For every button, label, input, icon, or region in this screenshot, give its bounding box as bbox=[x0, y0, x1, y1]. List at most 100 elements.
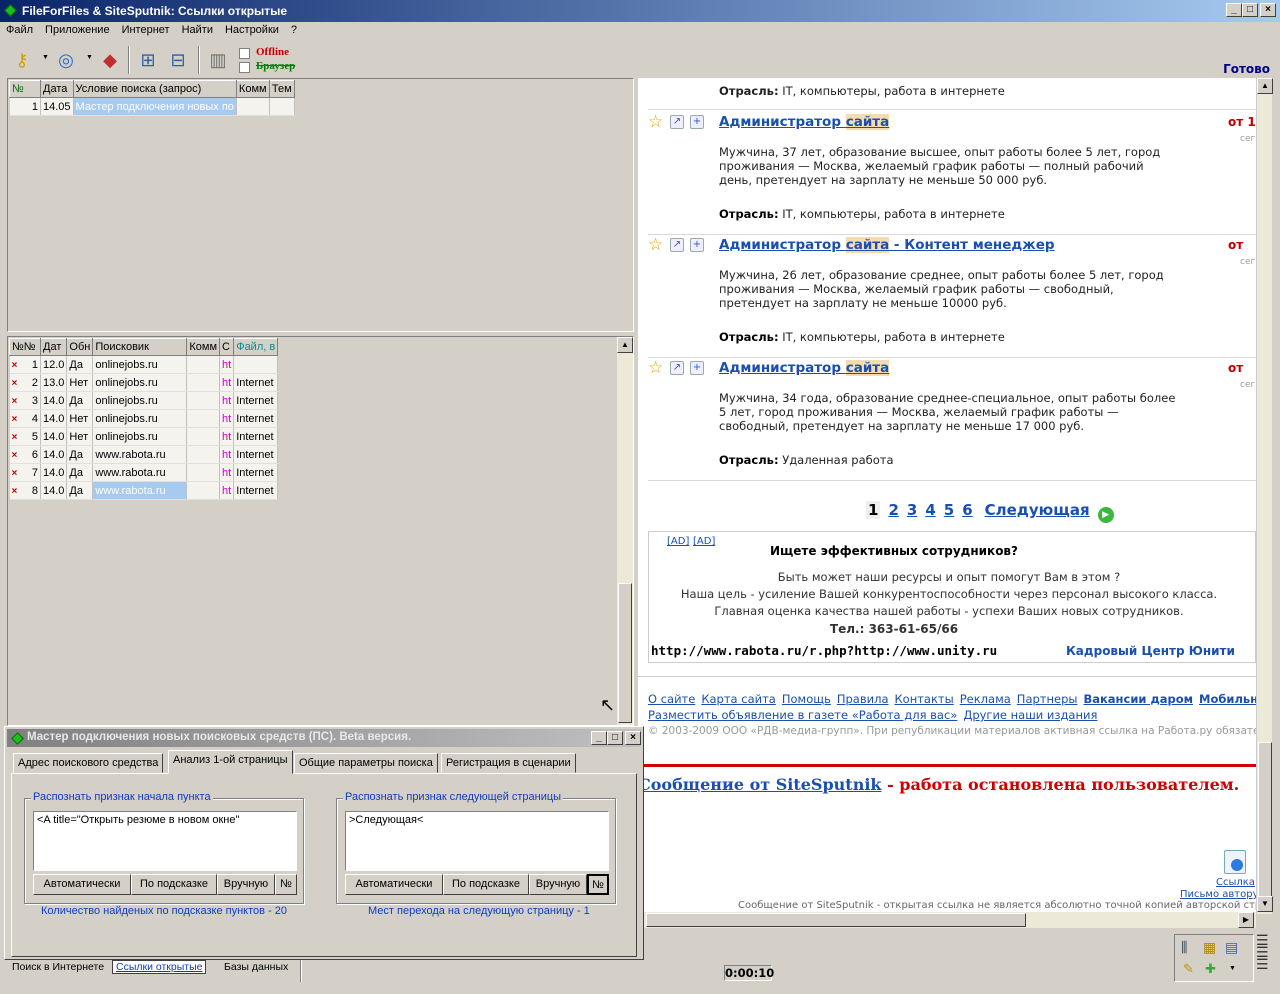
col-date[interactable]: Дата bbox=[40, 80, 74, 98]
number-button[interactable]: № bbox=[587, 874, 609, 895]
close-button[interactable]: × bbox=[625, 731, 641, 745]
maximize-button[interactable]: □ bbox=[1242, 3, 1258, 17]
link-help[interactable]: Помощь bbox=[782, 692, 831, 706]
chevron-down-icon[interactable]: ▼ bbox=[42, 54, 49, 61]
star-icon[interactable]: ☆ bbox=[648, 358, 663, 378]
menu-settings[interactable]: Настройки bbox=[219, 22, 285, 36]
web-vertical-scrollbar[interactable]: ▲ ▼ bbox=[1256, 78, 1273, 914]
table-row[interactable]: × 8 14.0 Да www.rabota.ru ht Internet bbox=[9, 481, 279, 500]
auto-button[interactable]: Автоматически bbox=[345, 874, 443, 895]
trash-icon[interactable]: ▥ bbox=[206, 48, 230, 72]
find-window-icon[interactable]: ⊟ bbox=[166, 48, 190, 72]
tab-databases[interactable]: Базы данных bbox=[224, 961, 288, 973]
tab-general-params[interactable]: Общие параметры поиска bbox=[294, 753, 438, 773]
next-page-link[interactable]: Следующая bbox=[985, 501, 1090, 519]
col-comm[interactable]: Комм bbox=[186, 338, 221, 356]
scroll-down-button[interactable]: ▼ bbox=[1257, 896, 1273, 912]
add-icon[interactable]: + bbox=[690, 115, 704, 129]
col-updated[interactable]: Обн bbox=[66, 338, 94, 356]
col-date[interactable]: Дат bbox=[39, 338, 68, 356]
job-title-link[interactable]: Администратор сайта bbox=[719, 360, 890, 376]
side-link-1[interactable]: Ссылка bbox=[1216, 877, 1255, 888]
browser-checkbox[interactable] bbox=[239, 62, 250, 73]
page-6[interactable]: 6 bbox=[962, 501, 972, 519]
table-row[interactable]: × 2 13.0 Нет onlinejobs.ru ht Internet bbox=[9, 373, 279, 392]
tab-internet-search[interactable]: Поиск в Интернете bbox=[12, 961, 104, 973]
next-arrow-icon[interactable]: ▶ bbox=[1097, 507, 1114, 523]
col-s[interactable]: С bbox=[219, 338, 235, 356]
split-view-icon[interactable]: ⫼ bbox=[1181, 939, 1187, 956]
document-icon[interactable] bbox=[1224, 850, 1246, 874]
sitesputnik-message-link[interactable]: Сообщение от SiteSputnik bbox=[638, 775, 882, 794]
link-mobile[interactable]: Мобильная версия bbox=[1199, 692, 1256, 706]
page-5[interactable]: 5 bbox=[944, 501, 954, 519]
link-sitemap[interactable]: Карта сайта bbox=[701, 692, 776, 706]
tab-engine-address[interactable]: Адрес поискового средства bbox=[13, 753, 164, 773]
link-place-ad[interactable]: Разместить объявление в газете «Работа д… bbox=[648, 708, 957, 722]
table-row[interactable]: × 1 12.0 Да onlinejobs.ru ht bbox=[9, 355, 279, 374]
link-ads[interactable]: Реклама bbox=[960, 692, 1011, 706]
side-link-2[interactable]: Письмо автору bbox=[1180, 889, 1256, 900]
item-start-input[interactable]: <A title="Открыть резюме в новом окне" bbox=[33, 811, 297, 871]
star-icon[interactable]: ☆ bbox=[648, 112, 663, 132]
col-tem[interactable]: Тем bbox=[268, 80, 295, 98]
table-row[interactable]: × 7 14.0 Да www.rabota.ru ht Internet bbox=[9, 463, 279, 482]
scroll-up-button[interactable]: ▲ bbox=[617, 337, 633, 353]
job-title-link[interactable]: Администратор сайта - Контент менеджер bbox=[719, 237, 1055, 253]
table-row[interactable]: × 5 14.0 Нет onlinejobs.ru ht Internet bbox=[9, 427, 279, 446]
star-icon[interactable]: ☆ bbox=[648, 235, 663, 255]
open-icon[interactable]: ↗ bbox=[670, 115, 684, 129]
page-4[interactable]: 4 bbox=[925, 501, 935, 519]
minimize-button[interactable]: _ bbox=[1226, 3, 1242, 17]
page-icon[interactable]: ▤ bbox=[1225, 939, 1238, 956]
link-contacts[interactable]: Контакты bbox=[895, 692, 954, 706]
hint-button[interactable]: По подсказке bbox=[443, 874, 529, 895]
col-num[interactable]: №№ bbox=[9, 338, 41, 356]
cubes-icon[interactable]: ◆ bbox=[98, 48, 122, 72]
page-1[interactable]: 1 bbox=[866, 501, 881, 519]
tab-first-page-analysis[interactable]: Анализ 1-ой страницы bbox=[168, 750, 293, 774]
link-free-vacancies[interactable]: Вакансии даром bbox=[1083, 692, 1193, 706]
chevron-down-icon[interactable]: ▼ bbox=[86, 54, 93, 61]
open-icon[interactable]: ↗ bbox=[670, 361, 684, 375]
table-row[interactable]: × 3 14.0 Да onlinejobs.ru ht Internet bbox=[9, 391, 279, 410]
scroll-thumb[interactable] bbox=[618, 583, 632, 723]
tab-script-registration[interactable]: Регистрация в сценарии bbox=[441, 753, 576, 773]
add-icon[interactable]: + bbox=[690, 238, 704, 252]
menu-help[interactable]: ? bbox=[285, 22, 303, 36]
calendar-icon[interactable]: ▦ bbox=[1203, 939, 1216, 956]
manual-button[interactable]: Вручную bbox=[529, 874, 587, 895]
scroll-thumb[interactable] bbox=[646, 913, 1026, 927]
col-num[interactable]: № bbox=[9, 80, 41, 98]
link-partners[interactable]: Партнеры bbox=[1017, 692, 1078, 706]
ad-company[interactable]: Кадровый Центр Юнити bbox=[1066, 644, 1235, 658]
key-icon[interactable]: ⚷ bbox=[10, 48, 34, 72]
page-3[interactable]: 3 bbox=[907, 501, 917, 519]
col-comm[interactable]: Комм bbox=[235, 80, 270, 98]
open-icon[interactable]: ↗ bbox=[670, 238, 684, 252]
col-file[interactable]: Файл, в bbox=[233, 338, 279, 356]
offline-checkbox[interactable] bbox=[239, 48, 250, 59]
ad-url[interactable]: http://www.rabota.ru/r.php?http://www.un… bbox=[651, 643, 997, 658]
page-2[interactable]: 2 bbox=[888, 501, 898, 519]
number-button[interactable]: № bbox=[275, 874, 297, 895]
table-row[interactable]: 1 14.05 Мастер подключения новых по bbox=[9, 97, 295, 116]
auto-button[interactable]: Автоматически bbox=[33, 874, 131, 895]
menu-app[interactable]: Приложение bbox=[39, 22, 116, 36]
web-horizontal-scrollbar[interactable]: ▶ bbox=[638, 912, 1256, 928]
link-other-editions[interactable]: Другие наши издания bbox=[963, 708, 1097, 722]
tab-open-links[interactable]: Ссылки открытые bbox=[112, 960, 207, 974]
close-button[interactable]: × bbox=[1260, 3, 1276, 17]
note-icon[interactable]: ✎ bbox=[1183, 961, 1194, 977]
job-title-link[interactable]: Администратор сайта bbox=[719, 114, 890, 130]
minimize-button[interactable]: _ bbox=[591, 731, 607, 745]
col-condition[interactable]: Условие поиска (запрос) bbox=[72, 80, 237, 98]
table-row[interactable]: × 4 14.0 Нет onlinejobs.ru ht Internet bbox=[9, 409, 279, 428]
find-grid-icon[interactable]: ⊞ bbox=[136, 48, 160, 72]
scroll-right-button[interactable]: ▶ bbox=[1238, 912, 1254, 928]
add-icon[interactable]: + bbox=[690, 361, 704, 375]
table-row[interactable]: × 6 14.0 Да www.rabota.ru ht Internet bbox=[9, 445, 279, 464]
menu-find[interactable]: Найти bbox=[176, 22, 219, 36]
add-doc-icon[interactable]: ✚ bbox=[1205, 961, 1216, 977]
scroll-up-button[interactable]: ▲ bbox=[1257, 78, 1273, 94]
